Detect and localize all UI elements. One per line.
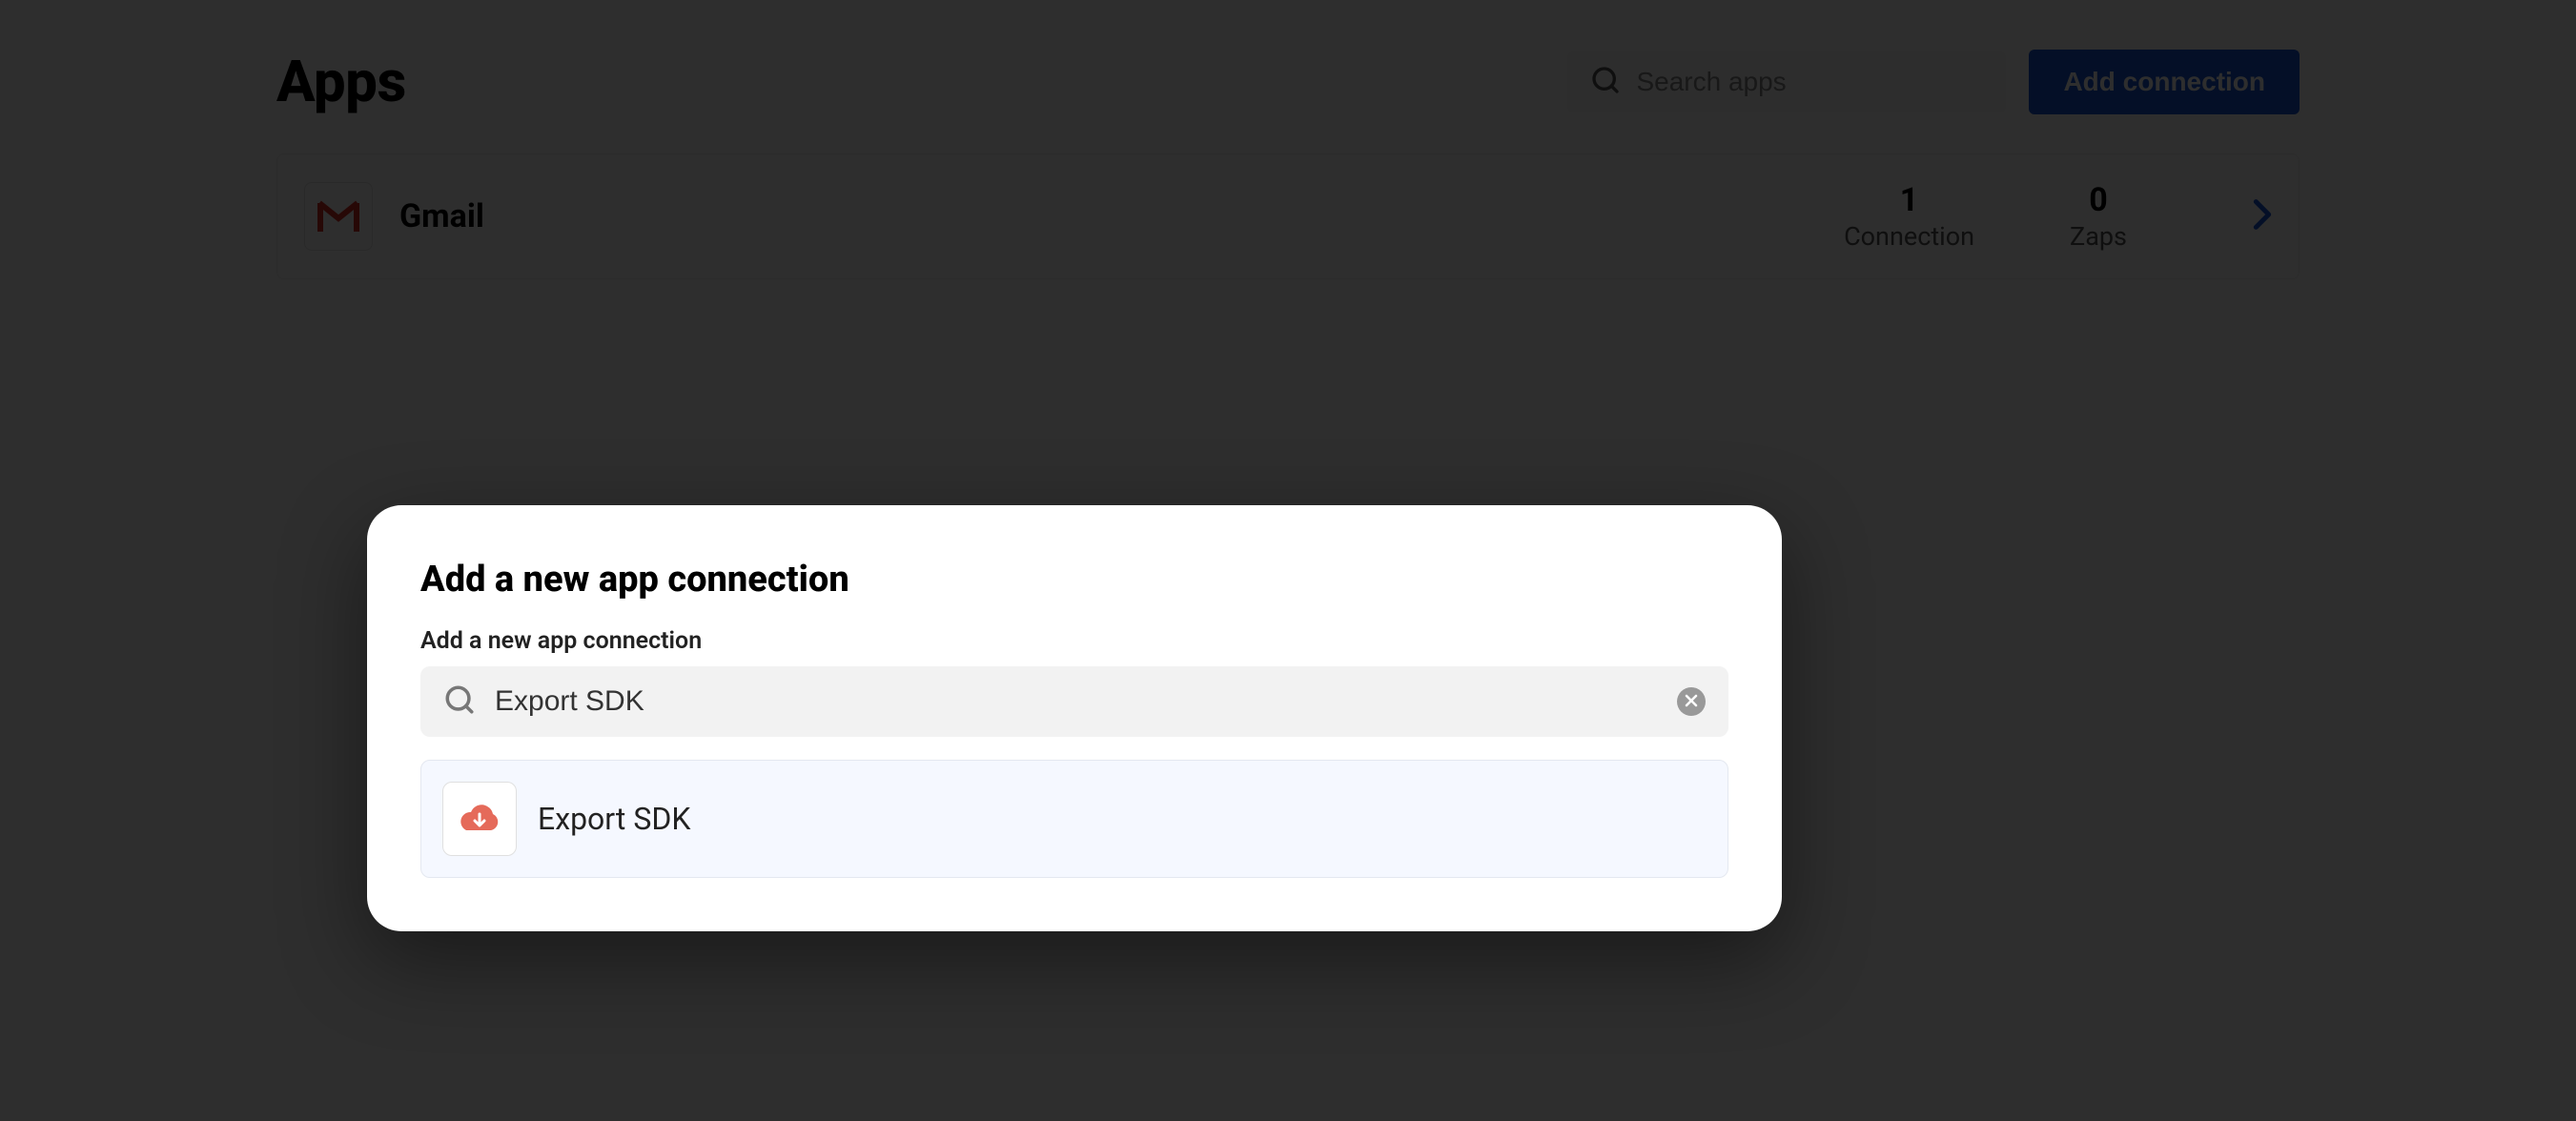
search-result-label: Export SDK [538, 801, 690, 837]
clear-search-button[interactable] [1677, 687, 1706, 716]
close-icon [1685, 693, 1698, 711]
search-icon [443, 683, 476, 720]
modal-subtitle: Add a new app connection [420, 627, 1728, 655]
search-result-item[interactable]: Export SDK [420, 760, 1728, 878]
modal-search-input[interactable] [495, 685, 1658, 718]
add-connection-modal: Add a new app connection Add a new app c… [367, 505, 1782, 931]
modal-title: Add a new app connection [420, 559, 1728, 601]
export-sdk-icon [442, 782, 517, 856]
modal-search-field[interactable] [420, 666, 1728, 737]
